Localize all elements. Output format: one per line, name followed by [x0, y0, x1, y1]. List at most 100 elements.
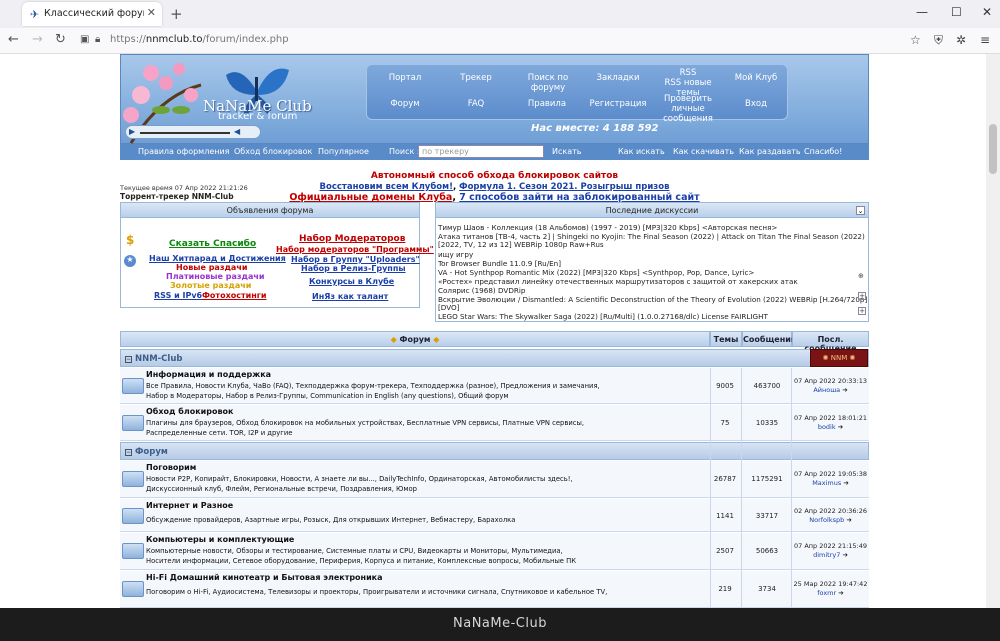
announcement-platinum[interactable]: Платиновые раздачи — [166, 272, 264, 281]
forum-last-post[interactable]: 07 Апр 2022 19:05:38 Maximus ➔ — [792, 470, 869, 488]
play-icon[interactable]: ▶ — [129, 127, 135, 136]
forum-title[interactable]: Компьютеры и комплектующие — [146, 535, 294, 544]
menu-login[interactable]: Вход — [721, 99, 791, 109]
new-tab-icon[interactable]: + — [170, 5, 183, 23]
promo-f1-link[interactable]: Формула 1. Сезон 2021. Розыгрыш призов — [459, 182, 669, 192]
announcement-photohosting[interactable]: Фотохостинги — [202, 291, 267, 300]
minimize-icon[interactable]: — — [916, 5, 928, 19]
announcement-moderators[interactable]: Набор Модераторов — [299, 234, 405, 244]
tracking-shield-icon[interactable]: ⛨ — [934, 33, 943, 48]
last-post-user[interactable]: foxmr — [817, 589, 836, 597]
go-to-post-icon[interactable]: ➔ — [838, 589, 843, 597]
forum-title[interactable]: Интернет и Разное — [146, 501, 233, 510]
forum-title[interactable]: Поговорим — [146, 463, 196, 472]
announcement-say-thanks[interactable]: Сказать Спасибо — [169, 239, 256, 249]
expand-icon[interactable]: + — [858, 307, 866, 315]
forum-last-post[interactable]: 07 Апр 2022 21:15:49 dimitry7 ➔ — [792, 542, 869, 560]
forward-icon[interactable]: → — [32, 32, 43, 47]
menu-tracker[interactable]: Трекер — [441, 73, 511, 83]
browser-tab[interactable]: ✈ Классический форум-трекер ✕ — [22, 2, 162, 26]
forum-title[interactable]: Hi-Fi Домашний кинотеатр и Бытовая элект… — [146, 573, 383, 582]
go-to-post-icon[interactable]: ➔ — [842, 551, 847, 559]
forum-last-post[interactable]: 07 Апр 2022 20:33:13 Айноша ➔ — [792, 377, 869, 395]
last-post-user[interactable]: Maximus — [812, 479, 841, 487]
club-banner-icon[interactable]: ✺ NNM ✺ — [810, 349, 868, 367]
close-tab-icon[interactable]: ✕ — [147, 6, 156, 19]
forum-title[interactable]: Информация и поддержка — [146, 370, 271, 379]
forum-title[interactable]: Обход блокировок — [146, 407, 233, 416]
forum-row[interactable]: Компьютеры и комплектующие Компьютерные … — [120, 533, 869, 570]
forum-last-post[interactable]: 07 Апр 2022 18:01:21 bodik ➔ — [792, 414, 869, 432]
extensions-icon[interactable]: ✲ — [956, 33, 966, 47]
announcement-languages[interactable]: ИнЯз как талант — [312, 292, 388, 301]
lock-icon[interactable]: 🔒︎ — [95, 34, 100, 45]
subnav-bypass[interactable]: Обход блокировок — [234, 147, 312, 156]
discussion-item[interactable]: ищу игру — [438, 250, 473, 259]
go-to-post-icon[interactable]: ➔ — [838, 423, 843, 431]
discussion-item[interactable]: Тимур Шаов - Коллекция (18 Альбомов) (19… — [438, 223, 777, 232]
last-post-user[interactable]: Айноша — [813, 386, 840, 394]
forum-subforums[interactable]: Поговорим о Hi-Fi, Аудиосистема, Телевиз… — [146, 586, 607, 598]
last-post-user[interactable]: bodik — [818, 423, 836, 431]
announcement-gold[interactable]: Золотые раздачи — [170, 281, 251, 290]
last-post-user[interactable]: dimitry7 — [813, 551, 840, 559]
collapse-icon[interactable]: ⌄ — [856, 206, 865, 215]
subnav-how-seed[interactable]: Как раздавать — [739, 147, 801, 156]
announcement-release-groups[interactable]: Набор в Релиз-Группы — [301, 264, 406, 273]
address-bar[interactable]: https://nnmclub.to/forum/index.php — [110, 34, 289, 45]
forum-subforums[interactable]: Набор в Модераторы, Набор в Релиз-Группы… — [146, 390, 509, 402]
menu-rules[interactable]: Правила — [512, 99, 582, 109]
discussion-item[interactable]: Солярис (1968) DVDRip — [438, 286, 525, 295]
discussion-item[interactable]: VA - Hot Synthpop Romantic Mix (2022) [M… — [438, 268, 754, 277]
menu-rss[interactable]: RSS — [653, 68, 723, 78]
close-window-icon[interactable]: ✕ — [982, 5, 992, 19]
menu-bookmarks[interactable]: Закладки — [583, 73, 653, 83]
go-to-post-icon[interactable]: ➔ — [842, 386, 847, 394]
category-nnm-club[interactable]: − NNM-Club — [120, 349, 869, 367]
subnav-how-search[interactable]: Как искать — [618, 147, 665, 156]
menu-portal[interactable]: Портал — [370, 73, 440, 83]
discussion-item[interactable]: LEGO Star Wars: The Skywalker Saga (2022… — [438, 312, 768, 321]
announcement-hitparade[interactable]: Наш Хитпарад и Достижения — [149, 254, 286, 263]
volume-icon[interactable]: ◀ — [234, 127, 240, 136]
forum-last-post[interactable]: 25 Мар 2022 19:47:42 foxmr ➔ — [792, 580, 869, 598]
subnav-how-download[interactable]: Как скачивать — [673, 147, 734, 156]
audio-player[interactable]: ▶ ◀ — [125, 125, 261, 139]
forum-subforums[interactable]: Распределенные сети. TOR, I2P и другие — [146, 427, 292, 439]
collapse-icon[interactable]: − — [125, 356, 132, 363]
subnav-thanks[interactable]: Спасибо! — [804, 147, 842, 156]
go-to-post-icon[interactable]: ➔ — [846, 516, 851, 524]
back-icon[interactable]: ← — [8, 32, 19, 47]
forum-row[interactable]: Интернет и Разное Обсуждение провайдеров… — [120, 499, 869, 532]
announcement-rss-ipv6[interactable]: RSS и IPv6 — [154, 291, 202, 300]
subnav-popular[interactable]: Популярное — [318, 147, 369, 156]
discussion-item[interactable]: [2022, TV, 12 из 12] WEBRip 1080p Raw+Ru… — [438, 240, 604, 249]
search-button[interactable]: Искать — [552, 147, 582, 156]
menu-register[interactable]: Регистрация — [583, 99, 653, 109]
menu-forum[interactable]: Форум — [370, 99, 440, 109]
forum-subforums[interactable]: Обсуждение провайдеров, Азартные игры, Р… — [146, 514, 515, 526]
forum-row[interactable]: Информация и поддержка Все Правила, Ново… — [120, 368, 869, 404]
collapse-icon[interactable]: − — [125, 449, 132, 456]
announcement-new-releases[interactable]: Новые раздачи — [176, 263, 247, 272]
forum-last-post[interactable]: 02 Апр 2022 20:36:26 Norfolkspb ➔ — [792, 507, 869, 525]
discussion-item[interactable]: [DVO] — [438, 303, 459, 312]
menu-check-messages[interactable]: Проверить личные сообщения — [653, 94, 723, 124]
reload-icon[interactable]: ↻ — [55, 32, 66, 47]
promo-restore-link[interactable]: Восстановим всем Клубом! — [320, 182, 453, 192]
forum-subforums[interactable]: Носители информации, Сетевое оборудовани… — [146, 555, 576, 567]
forum-row[interactable]: Hi-Fi Домашний кинотеатр и Бытовая элект… — [120, 571, 869, 608]
expand-icon[interactable]: + — [858, 292, 866, 300]
menu-forum-search[interactable]: Поиск по форуму — [512, 73, 584, 93]
forum-row[interactable]: Поговорим Новости P2P, Копирайт, Блокиро… — [120, 461, 869, 498]
forum-subforums[interactable]: Дискуссионный клуб, Флейм, Региональные … — [146, 483, 417, 495]
discussion-item[interactable]: Вскрытие Эволюции / Dismantled: A Scient… — [438, 295, 867, 304]
maximize-icon[interactable]: ☐ — [951, 5, 962, 19]
forum-row[interactable]: Обход блокировок Плагины для браузеров, … — [120, 405, 869, 441]
promo-bypass-link[interactable]: Автономный способ обхода блокировок сайт… — [120, 171, 869, 181]
page-scrollbar[interactable] — [986, 54, 1000, 608]
announcement-contests[interactable]: Конкурсы в Клубе — [309, 277, 394, 286]
shield-icon[interactable]: ▣ — [80, 34, 89, 45]
discussion-item[interactable]: «Ростех» представил линейку отечественны… — [438, 277, 798, 286]
bookmark-star-icon[interactable]: ☆ — [910, 33, 921, 47]
